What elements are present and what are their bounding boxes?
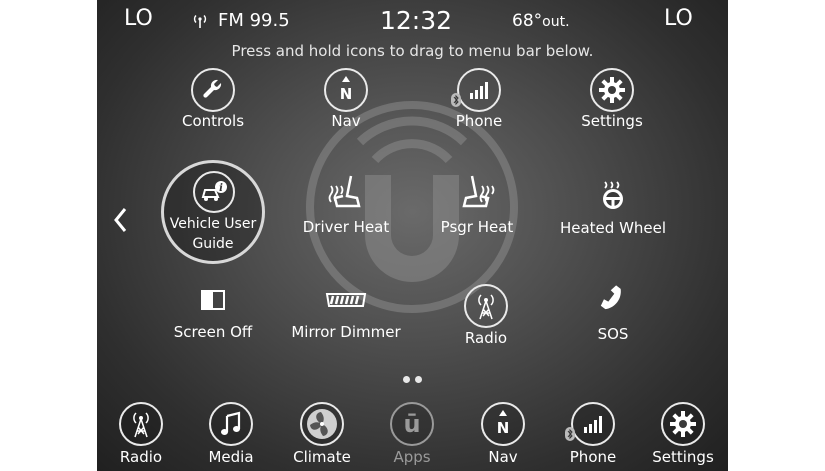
svg-text:N: N <box>340 85 353 103</box>
radio-tower-icon <box>133 412 149 438</box>
phone-signal-icon <box>470 82 488 99</box>
phone-app-label: Phone <box>455 112 503 130</box>
music-note-icon <box>221 411 241 435</box>
bottom-climate-button[interactable] <box>300 402 344 446</box>
psgr-heat-label: Psgr Heat <box>440 218 514 236</box>
phone-signal-icon <box>584 416 602 433</box>
uconnect-icon: ū <box>403 410 421 438</box>
compass-icon: N <box>497 410 510 437</box>
bottom-settings-label: Settings <box>652 448 714 466</box>
temperature-value: 68° <box>512 11 543 31</box>
mirror-dimmer-label: Mirror Dimmer <box>291 323 401 341</box>
phone-app-button[interactable] <box>457 68 501 112</box>
bluetooth-icon <box>451 92 461 107</box>
drag-hint: Press and hold icons to drag to menu bar… <box>231 42 594 60</box>
clock: 12:32 <box>380 6 453 35</box>
sos-phone-icon <box>600 285 621 310</box>
compass-icon: N <box>340 76 353 103</box>
bottom-radio-button[interactable] <box>119 402 163 446</box>
controls-app-button[interactable] <box>191 68 235 112</box>
bottom-media-label: Media <box>208 448 254 466</box>
radio-app-button[interactable] <box>464 284 508 328</box>
nav-app-label: Nav <box>331 112 361 130</box>
previous-page-chevron-icon[interactable] <box>113 206 127 238</box>
radio-source[interactable]: FM 99.5 <box>218 10 290 31</box>
screen-off-app-button[interactable] <box>201 290 225 314</box>
radio-app-label: Radio <box>464 329 508 347</box>
svg-text:i: i <box>219 183 223 194</box>
page-indicator-dot-2[interactable] <box>415 376 422 383</box>
bottom-radio-label: Radio <box>119 448 163 466</box>
bottom-settings-button[interactable] <box>661 402 705 446</box>
bottom-apps-button[interactable]: ū <box>390 402 434 446</box>
vehicle-user-guide-label-line1: Vehicle User <box>169 216 257 232</box>
heated-wheel-app-button[interactable] <box>598 180 628 214</box>
gear-icon <box>599 77 625 103</box>
bottom-menu-bar: Radio Media Climate ū Apps N Nav Phone S… <box>97 392 728 471</box>
bottom-media-button[interactable] <box>209 402 253 446</box>
radio-tower-icon <box>478 294 494 320</box>
bottom-phone-label: Phone <box>569 448 617 466</box>
heated-wheel-label: Heated Wheel <box>559 219 667 237</box>
sos-app-button[interactable] <box>596 282 630 320</box>
fan-icon <box>307 409 337 439</box>
infotainment-screen: LO FM 99.5 12:32 68°out. LO Press and ho… <box>97 0 728 471</box>
bottom-apps-label: Apps <box>393 448 431 466</box>
right-climate-setting[interactable]: LO <box>664 6 693 31</box>
heated-seat-icon <box>462 175 495 208</box>
driver-heat-app-button[interactable] <box>325 172 367 218</box>
mirror-dimmer-app-button[interactable] <box>324 291 368 313</box>
temperature-suffix: out. <box>542 14 570 30</box>
screen-off-icon <box>201 290 225 310</box>
heated-seat-icon <box>328 175 361 208</box>
outside-temperature: 68°out. <box>512 11 570 31</box>
screen-off-label: Screen Off <box>173 323 253 341</box>
svg-text:N: N <box>497 419 510 437</box>
mirror-icon <box>325 293 367 307</box>
bluetooth-icon <box>565 426 575 441</box>
gear-icon <box>670 411 696 437</box>
page-indicator-dot-1[interactable] <box>403 376 410 383</box>
driver-heat-label: Driver Heat <box>302 218 390 236</box>
vehicle-user-guide-label-line2: Guide <box>192 236 234 252</box>
vehicle-info-icon: i <box>193 171 235 213</box>
heated-wheel-icon <box>603 181 623 209</box>
psgr-heat-app-button[interactable] <box>456 172 498 218</box>
bottom-nav-label: Nav <box>488 448 518 466</box>
settings-app-label: Settings <box>581 112 643 130</box>
settings-app-button[interactable] <box>590 68 634 112</box>
left-climate-setting[interactable]: LO <box>124 6 153 31</box>
nav-app-button[interactable]: N <box>324 68 368 112</box>
wrench-icon <box>203 79 222 98</box>
sos-label: SOS <box>597 325 629 343</box>
bottom-phone-button[interactable] <box>571 402 615 446</box>
bottom-nav-button[interactable]: N <box>481 402 525 446</box>
bottom-climate-label: Climate <box>293 448 351 466</box>
controls-app-label: Controls <box>181 112 245 130</box>
radio-signal-icon <box>192 13 208 33</box>
